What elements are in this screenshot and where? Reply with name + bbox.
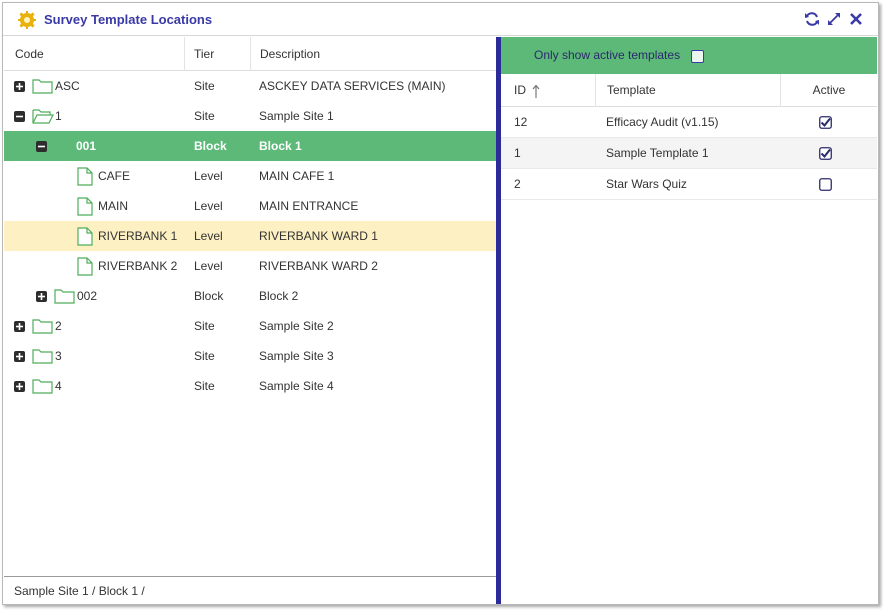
expand-plus-icon[interactable]: [14, 351, 25, 362]
expand-plus-icon[interactable]: [36, 291, 47, 302]
folder-icon: [32, 319, 53, 334]
tree-row[interactable]: RIVERBANK 1 Level RIVERBANK WARD 1: [4, 221, 496, 251]
tree-row[interactable]: RIVERBANK 2 Level RIVERBANK WARD 2: [4, 251, 496, 281]
location-tree-pane: Code Tier Description ASC Site ASCKEY DATA…: [4, 37, 496, 604]
refresh-icon[interactable]: [804, 11, 820, 27]
file-icon: [77, 227, 93, 246]
template-row-name: Efficacy Audit (v1.15): [606, 115, 719, 129]
tree-row-description: MAIN CAFE 1: [259, 169, 335, 183]
folder-open-icon: [32, 109, 54, 124]
tree-row-code: 001: [76, 139, 97, 153]
window-title: Survey Template Locations: [44, 12, 213, 27]
tree-row-code: 002: [77, 289, 98, 303]
collapse-minus-icon[interactable]: [14, 111, 25, 122]
tree-row-tier: Site: [194, 349, 215, 363]
gear-icon: [18, 11, 36, 29]
tree-row-description: Sample Site 1: [259, 109, 334, 123]
tree-row-tier: Site: [194, 109, 215, 123]
tree-row-description: RIVERBANK WARD 2: [259, 259, 378, 273]
window-titlebar: Survey Template Locations: [3, 3, 878, 36]
tree-row-tier: Block: [194, 289, 224, 303]
tree-row-tier: Site: [194, 79, 215, 93]
tree-row-description: Sample Site 4: [259, 379, 334, 393]
file-icon: [77, 197, 93, 216]
window-actions: [804, 11, 864, 27]
file-icon: [77, 257, 93, 276]
tree-row-code: 4: [55, 379, 62, 393]
expand-plus-icon[interactable]: [14, 381, 25, 392]
tree-row[interactable]: CAFE Level MAIN CAFE 1: [4, 161, 496, 191]
templates-grid-header: ID Template Active: [501, 74, 877, 107]
template-row[interactable]: 1 Sample Template 1: [501, 138, 877, 169]
checkbox-checked-icon[interactable]: [819, 147, 832, 160]
tree-row-tier: Level: [194, 169, 223, 183]
folder-icon: [32, 349, 53, 364]
expand-plus-icon[interactable]: [14, 321, 25, 332]
templates-pane: Only show active templates ID Template A…: [501, 37, 877, 604]
tree-row-code: MAIN: [98, 199, 128, 213]
tree-row-description: Sample Site 2: [259, 319, 334, 333]
tree-row-code: CAFE: [98, 169, 131, 183]
tree-row-description: Sample Site 3: [259, 349, 334, 363]
folder-icon: [54, 289, 75, 304]
template-row[interactable]: 12 Efficacy Audit (v1.15): [501, 107, 877, 138]
tree-row-tier: Block: [194, 139, 227, 153]
tree-row-description: ASCKEY DATA SERVICES (MAIN): [259, 79, 446, 93]
column-header-description[interactable]: Description: [250, 37, 496, 71]
tree-row[interactable]: 4 Site Sample Site 4: [4, 371, 496, 401]
tree-row-tier: Level: [194, 229, 223, 243]
tree-row-code: ASC: [55, 79, 80, 93]
template-row-name: Star Wars Quiz: [606, 177, 687, 191]
active-filter-label: Only show active templates: [534, 48, 681, 62]
tree-header: Code Tier Description: [4, 37, 496, 71]
column-header-active[interactable]: Active: [780, 74, 877, 107]
tree-row-tier: Site: [194, 379, 215, 393]
tree-row[interactable]: ASC Site ASCKEY DATA SERVICES (MAIN): [4, 71, 496, 101]
tree-row-code: 1: [55, 109, 62, 123]
tree-row-tier: Level: [194, 259, 223, 273]
collapse-minus-icon[interactable]: [36, 141, 47, 152]
tree-row-code: 2: [55, 319, 62, 333]
tree-row-description: Block 2: [259, 289, 299, 303]
folder-icon: [32, 379, 53, 394]
tree-row-tier: Site: [194, 319, 215, 333]
sort-ascending-icon[interactable]: [531, 84, 541, 98]
survey-template-locations-window: Survey Template Locations Code Tier Desc…: [2, 2, 879, 605]
tree-row-description: MAIN ENTRANCE: [259, 199, 359, 213]
tree-row-code: RIVERBANK 1: [98, 229, 178, 243]
tree-row-code: RIVERBANK 2: [98, 259, 178, 273]
template-row[interactable]: 2 Star Wars Quiz: [501, 169, 877, 200]
tree-row-code: 3: [55, 349, 62, 363]
close-icon[interactable]: [848, 11, 864, 27]
column-header-template[interactable]: Template: [595, 74, 780, 107]
tree-row-description: RIVERBANK WARD 1: [259, 229, 378, 243]
template-row-id: 12: [514, 115, 528, 129]
tree-row-description: Block 1: [259, 139, 302, 153]
tree-row[interactable]: MAIN Level MAIN ENTRANCE: [4, 191, 496, 221]
file-icon: [77, 167, 93, 186]
column-header-tier[interactable]: Tier: [184, 37, 250, 71]
folder-icon: [32, 79, 53, 94]
column-header-id[interactable]: ID: [514, 74, 526, 107]
expand-plus-icon[interactable]: [14, 81, 25, 92]
column-header-code[interactable]: Code: [15, 37, 44, 71]
checkbox-unchecked-icon[interactable]: [819, 178, 832, 191]
maximize-icon[interactable]: [826, 11, 842, 27]
active-filter-checkbox[interactable]: [691, 50, 704, 63]
tree-row[interactable]: 002 Block Block 2: [4, 281, 496, 311]
tree-row[interactable]: 3 Site Sample Site 3: [4, 341, 496, 371]
template-row-name: Sample Template 1: [606, 146, 709, 160]
active-filter-bar: Only show active templates: [501, 37, 877, 74]
tree-row[interactable]: 1 Site Sample Site 1: [4, 101, 496, 131]
tree-row[interactable]: 2 Site Sample Site 2: [4, 311, 496, 341]
tree-row-tier: Level: [194, 199, 223, 213]
tree-row[interactable]: 001 Block Block 1: [4, 131, 496, 161]
location-path-status: Sample Site 1 / Block 1 /: [4, 576, 496, 604]
template-row-id: 1: [514, 146, 521, 160]
checkbox-checked-icon[interactable]: [819, 116, 832, 129]
template-row-id: 2: [514, 177, 521, 191]
